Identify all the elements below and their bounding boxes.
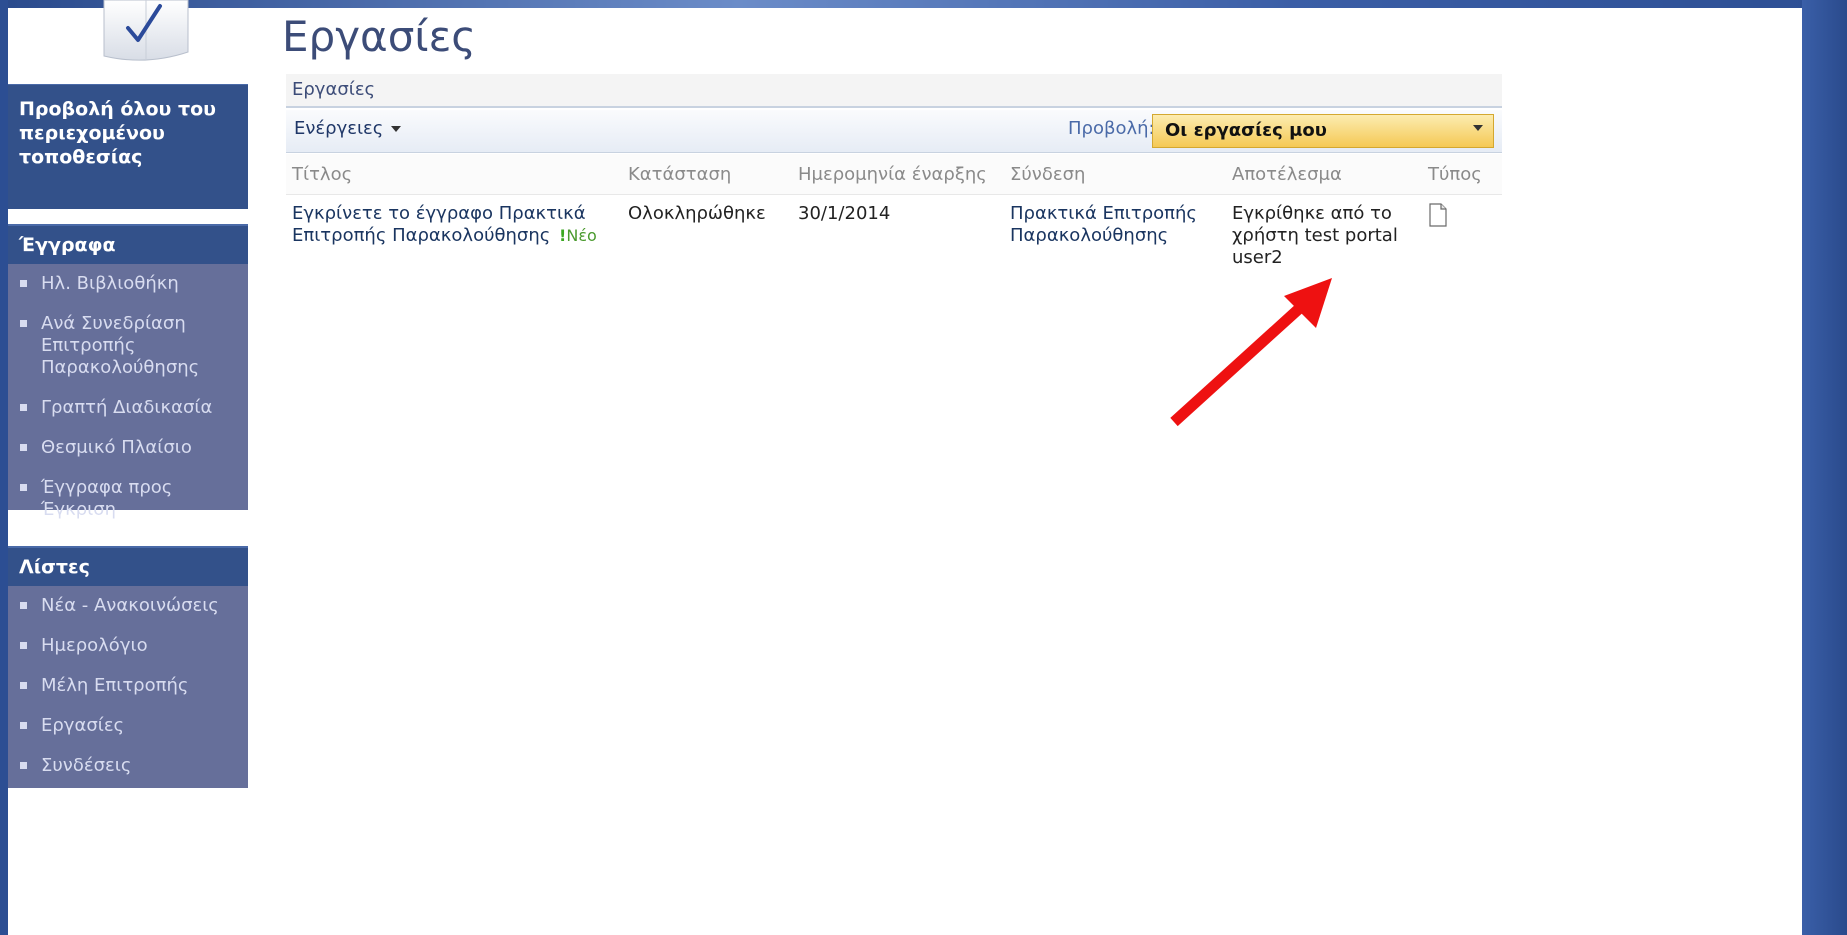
task-title-link[interactable]: Εγκρίνετε το έγγραφο Πρακτικά Επιτροπής … [292, 203, 586, 246]
document-icon[interactable] [1428, 203, 1448, 227]
view-selector-dropdown[interactable]: Οι εργασίες μου [1152, 114, 1494, 148]
sidebar-item-links[interactable]: Συνδέσεις [8, 746, 248, 786]
cell-result: Εγκρίθηκε από το χρήστη test portal user… [1232, 203, 1398, 268]
tasks-logo-icon [103, 0, 189, 61]
column-header-link[interactable]: Σύνδεση [1004, 154, 1226, 195]
annotation-arrow-icon [1170, 278, 1332, 427]
cell-title: Εγκρίνετε το έγγραφο Πρακτικά Επιτροπής … [286, 195, 622, 278]
chevron-down-icon [1473, 125, 1483, 131]
tasks-table: Τίτλος Κατάσταση Ημερομηνία έναρξης Σύνδ… [286, 154, 1502, 277]
sidebar-item-calendar[interactable]: Ημερολόγιο [8, 626, 248, 666]
cell-type [1422, 195, 1502, 278]
sidebar-item-committee-members[interactable]: Μέλη Επιτροπής [8, 666, 248, 706]
actions-menu[interactable]: Ενέργειες [294, 118, 402, 139]
documents-section: Έγγραφα Ηλ. Βιβλιοθήκη Ανά Συνεδρίαση Επ… [8, 224, 248, 520]
documents-header[interactable]: Έγγραφα [8, 224, 248, 264]
cell-status: Ολοκληρώθηκε [628, 203, 766, 224]
bullet-icon [20, 444, 27, 451]
sidebar-item-documents-for-approval[interactable]: Έγγραφα προς Έγκριση [8, 468, 248, 530]
arrow-shaft [1170, 301, 1306, 427]
frame-top [0, 0, 1847, 8]
table-header-row: Τίτλος Κατάσταση Ημερομηνία έναρξης Σύνδ… [286, 154, 1502, 195]
sidebar: Προβολή όλου του περιεχομένου τοποθεσίας… [8, 84, 248, 935]
sidebar-item-e-library[interactable]: Ηλ. Βιβλιοθήκη [8, 264, 248, 304]
frame-right [1802, 0, 1847, 935]
page-title: Εργασίες [282, 12, 476, 61]
lists-header[interactable]: Λίστες [8, 546, 248, 586]
column-header-status[interactable]: Κατάσταση [622, 154, 792, 195]
column-header-type[interactable]: Τύπος [1422, 154, 1502, 195]
column-header-start-date[interactable]: Ημερομηνία έναρξης [792, 154, 1004, 195]
cell-start-date: 30/1/2014 [798, 203, 891, 224]
view-all-site-content-link[interactable]: Προβολή όλου του περιεχομένου τοποθεσίας [8, 84, 248, 209]
bullet-icon [20, 320, 27, 327]
column-header-result[interactable]: Αποτέλεσμα [1226, 154, 1422, 195]
new-badge: !Νέο [559, 226, 597, 245]
lists-section: Λίστες Νέα - Ανακοινώσεις Ημερολόγιο Μέλ… [8, 546, 248, 788]
sidebar-item-written-procedure[interactable]: Γραπτή Διαδικασία [8, 388, 248, 428]
bullet-icon [20, 682, 27, 689]
sidebar-item-news[interactable]: Νέα - Ανακοινώσεις [8, 586, 248, 626]
sidebar-item-legal-framework[interactable]: Θεσμικό Πλαίσιο [8, 428, 248, 468]
bullet-icon [20, 602, 27, 609]
view-label: Προβολή: [1068, 118, 1155, 139]
bullet-icon [20, 642, 27, 649]
bullet-icon [20, 404, 27, 411]
frame-left [0, 0, 8, 935]
sidebar-item-by-committee-meeting[interactable]: Ανά Συνεδρίαση Επιτροπής Παρακολούθησης [8, 304, 248, 388]
bullet-icon [20, 722, 27, 729]
table-row: Εγκρίνετε το έγγραφο Πρακτικά Επιτροπής … [286, 195, 1502, 278]
breadcrumb-tasks-link[interactable]: Εργασίες [292, 79, 375, 100]
column-header-title[interactable]: Τίτλος [286, 154, 622, 195]
chevron-down-icon [391, 126, 402, 132]
bullet-icon [20, 484, 27, 491]
list-toolbar: Ενέργειες Προβολή: Οι εργασίες μου [286, 110, 1502, 153]
bullet-icon [20, 280, 27, 287]
cell-link: Πρακτικά Επιτροπής Παρακολούθησης [1004, 195, 1226, 278]
linked-document-link[interactable]: Πρακτικά Επιτροπής Παρακολούθησης [1010, 203, 1197, 246]
sidebar-item-tasks[interactable]: Εργασίες [8, 706, 248, 746]
bullet-icon [20, 762, 27, 769]
breadcrumb: Εργασίες [286, 74, 1502, 108]
